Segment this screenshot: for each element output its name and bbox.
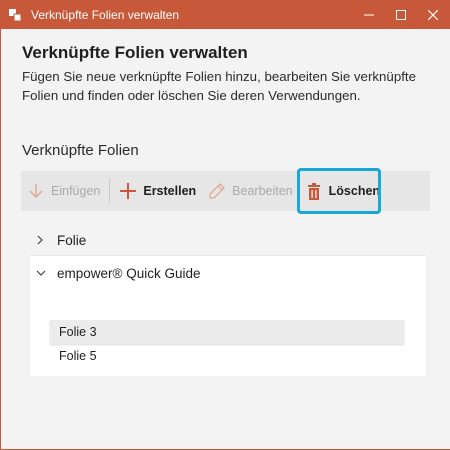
pencil-icon: [208, 182, 226, 200]
tree-group-label: Folie: [57, 232, 87, 248]
plus-icon: [119, 182, 137, 200]
title-bar[interactable]: Verknüpfte Folien verwalten: [1, 1, 449, 29]
list-item-folie-5[interactable]: Folie 5: [50, 344, 404, 368]
tree-group-folie[interactable]: Folie: [21, 225, 430, 255]
tree-group-empower-quick-guide: empower® Quick Guide Folie 3 Folie 5: [30, 255, 426, 376]
arrow-down-icon: [27, 182, 45, 200]
slide-tree: Folie: [21, 225, 430, 255]
delete-label: Löschen: [328, 184, 381, 198]
tree-group-header[interactable]: empower® Quick Guide: [30, 255, 426, 291]
list-item-folie-3[interactable]: Folie 3: [50, 320, 404, 344]
trash-icon: [305, 182, 323, 200]
create-button[interactable]: Erstellen: [113, 171, 202, 211]
tree-group-label: empower® Quick Guide: [57, 265, 201, 281]
window-title: Verknüpfte Folien verwalten: [31, 8, 180, 22]
chevron-right-icon[interactable]: [29, 235, 51, 245]
toolbar-separator: [109, 179, 111, 203]
app-icon: [8, 8, 22, 22]
edit-label: Bearbeiten: [232, 184, 293, 198]
create-label: Erstellen: [143, 184, 197, 198]
delete-button[interactable]: Löschen: [299, 171, 386, 211]
dialog-window: Verknüpfte Folien verwalten Verknüpfte F…: [0, 0, 450, 450]
divider: [30, 255, 426, 256]
chevron-down-icon[interactable]: [32, 269, 50, 277]
edit-button[interactable]: Bearbeiten: [202, 171, 298, 211]
insert-button[interactable]: Einfügen: [21, 171, 106, 211]
dialog-content: Verknüpfte Folien verwalten Fügen Sie ne…: [2, 29, 450, 449]
maximize-icon[interactable]: [385, 1, 417, 29]
section-title: Verknüpfte Folien: [22, 142, 139, 159]
page-title: Verknüpfte Folien verwalten: [22, 43, 248, 62]
page-description: Fügen Sie neue verknüpfte Folien hinzu, …: [22, 69, 416, 103]
minimize-icon[interactable]: [353, 1, 385, 29]
insert-label: Einfügen: [51, 184, 101, 198]
toolbar: Einfügen Erstellen Bearbeiten Löschen: [21, 171, 430, 211]
close-icon[interactable]: [417, 1, 449, 29]
